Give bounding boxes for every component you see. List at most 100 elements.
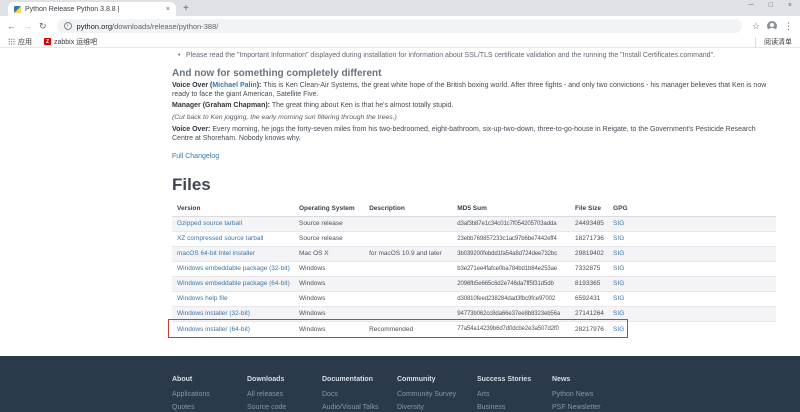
page-info-icon[interactable]: i: [64, 22, 72, 30]
version-link[interactable]: Windows installer (64-bit): [177, 326, 250, 333]
python-favicon-icon: [14, 6, 21, 13]
footer-link[interactable]: All releases: [247, 388, 322, 401]
new-tab-button[interactable]: +: [183, 4, 189, 14]
description-cell: [364, 231, 452, 246]
back-icon[interactable]: ←: [7, 22, 16, 31]
footer-link[interactable]: Community Survey: [397, 388, 477, 401]
bookmark-star-icon[interactable]: ☆: [752, 22, 760, 31]
minimize-button[interactable]: ─: [749, 2, 754, 9]
gpg-sig-link[interactable]: SIG: [613, 326, 624, 333]
tab-title: Python Release Python 3.8.8 |: [25, 6, 162, 13]
footer-link[interactable]: Applications: [172, 388, 247, 401]
page-viewport: Please read the "Important Information" …: [0, 48, 800, 412]
bookmark-zabbix-label: zabbix 运维吧: [54, 37, 97, 47]
table-row: macOS 64-bit Intel installer Mac OS X fo…: [172, 246, 776, 261]
page-content: Please read the "Important Information" …: [0, 48, 800, 356]
os-cell: Windows: [294, 291, 364, 306]
version-link[interactable]: Windows help file: [177, 295, 228, 302]
version-link[interactable]: Gzipped source tarball: [177, 220, 242, 227]
footer-column-heading: Documentation: [322, 376, 397, 383]
footer-link[interactable]: Business: [477, 401, 552, 412]
browser-tab[interactable]: Python Release Python 3.8.8 | ×: [8, 2, 176, 16]
description-cell: [364, 276, 452, 291]
url-domain: python.org: [77, 22, 112, 31]
footer-column: Success Stories Arts Business: [477, 376, 552, 412]
column-header: File Size: [570, 201, 608, 216]
files-heading: Files: [172, 175, 776, 195]
footer-link[interactable]: Diversity: [397, 401, 477, 412]
version-link[interactable]: XZ compressed source tarball: [177, 235, 263, 242]
file-size-cell: 28217976: [570, 321, 608, 336]
gpg-sig-link[interactable]: SIG: [613, 250, 624, 257]
version-link[interactable]: Windows embeddable package (32-bit): [177, 265, 290, 272]
address-bar[interactable]: i python.org/downloads/release/python-38…: [57, 19, 742, 33]
description-cell: [364, 306, 452, 321]
os-cell: Mac OS X: [294, 246, 364, 261]
footer-link[interactable]: Quotes: [172, 401, 247, 412]
footer-column: About Applications Quotes: [172, 376, 247, 412]
file-size-cell: 27141264: [570, 306, 608, 321]
footer-link[interactable]: Audio/Visual Talks: [322, 401, 397, 412]
apps-grid-icon: [8, 38, 15, 45]
file-size-cell: 8193365: [570, 276, 608, 291]
description-cell: [364, 216, 452, 231]
footer-column-heading: News: [552, 376, 627, 383]
gpg-sig-link[interactable]: SIG: [613, 265, 624, 272]
michael-palin-link[interactable]: Michael Palin: [212, 82, 256, 89]
version-link[interactable]: Windows installer (32-bit): [177, 310, 250, 317]
gpg-sig-link[interactable]: SIG: [613, 295, 624, 302]
file-size-cell: 7332875: [570, 261, 608, 276]
url-text: python.org/downloads/release/python-388/: [77, 22, 219, 31]
footer-column: Community Community Survey Diversity: [397, 376, 477, 412]
refresh-icon[interactable]: ↻: [39, 22, 47, 31]
gpg-sig-link[interactable]: SIG: [613, 235, 624, 242]
tab-close-icon[interactable]: ×: [166, 6, 170, 13]
table-row: Windows embeddable package (64-bit) Wind…: [172, 276, 776, 291]
gpg-sig-link[interactable]: SIG: [613, 280, 624, 287]
column-header: Operating System: [294, 201, 364, 216]
os-cell: Windows: [294, 276, 364, 291]
file-size-cell: 29819402: [570, 246, 608, 261]
file-size-cell: 24493485: [570, 216, 608, 231]
column-header: Version: [172, 201, 294, 216]
os-cell: Source release: [294, 216, 364, 231]
tab-bar: Python Release Python 3.8.8 | × + ─ □ ×: [0, 0, 800, 16]
reading-list-button[interactable]: 阅读清单: [755, 37, 792, 47]
md5-cell: 94773b062cc8da66e37ee8b8323eb56a: [452, 306, 570, 321]
browser-toolbar: ← → ↻ i python.org/downloads/release/pyt…: [0, 16, 800, 36]
footer-link[interactable]: PSF Newsletter: [552, 401, 627, 412]
paragraph-stage-direction: (Cut back to Ken jogging, the early morn…: [172, 114, 776, 123]
md5-cell: 77a54a14239b6d7d0dcbe2e3a507d2f0: [452, 321, 570, 336]
bookmark-zabbix[interactable]: Z zabbix 运维吧: [44, 37, 97, 47]
footer-link[interactable]: Python News: [552, 388, 627, 401]
bookmark-apps[interactable]: 应用: [8, 37, 32, 47]
column-header: Description: [364, 201, 452, 216]
description-cell: [364, 261, 452, 276]
description-cell: [364, 291, 452, 306]
footer-link[interactable]: Arts: [477, 388, 552, 401]
paragraph-voice-over-1: Voice Over (Michael Palin): This is Ken …: [172, 82, 776, 100]
table-row: Windows embeddable package (32-bit) Wind…: [172, 261, 776, 276]
full-changelog-link[interactable]: Full Changelog: [172, 153, 219, 160]
footer-column-heading: Community: [397, 376, 477, 383]
footer-link[interactable]: Source code: [247, 401, 322, 412]
browser-menu-icon[interactable]: ⋮: [784, 22, 793, 31]
file-size-cell: 6592431: [570, 291, 608, 306]
os-cell: Windows: [294, 321, 364, 336]
profile-avatar-icon[interactable]: [767, 21, 777, 31]
bookmark-apps-label: 应用: [18, 37, 32, 47]
footer-link[interactable]: Docs: [322, 388, 397, 401]
version-link[interactable]: macOS 64-bit Intel installer: [177, 250, 255, 257]
maximize-button[interactable]: □: [769, 2, 773, 9]
gpg-sig-link[interactable]: SIG: [613, 220, 624, 227]
close-button[interactable]: ×: [788, 2, 792, 9]
table-row: Windows installer (32-bit) Windows 94773…: [172, 306, 776, 321]
version-link[interactable]: Windows embeddable package (64-bit): [177, 280, 290, 287]
forward-icon[interactable]: →: [23, 22, 32, 31]
os-cell: Source release: [294, 231, 364, 246]
gpg-sig-link[interactable]: SIG: [613, 310, 624, 317]
bookmarks-bar: 应用 Z zabbix 运维吧 阅读清单: [0, 36, 800, 48]
footer-column-heading: Success Stories: [477, 376, 552, 383]
os-cell: Windows: [294, 306, 364, 321]
file-size-cell: 18271736: [570, 231, 608, 246]
